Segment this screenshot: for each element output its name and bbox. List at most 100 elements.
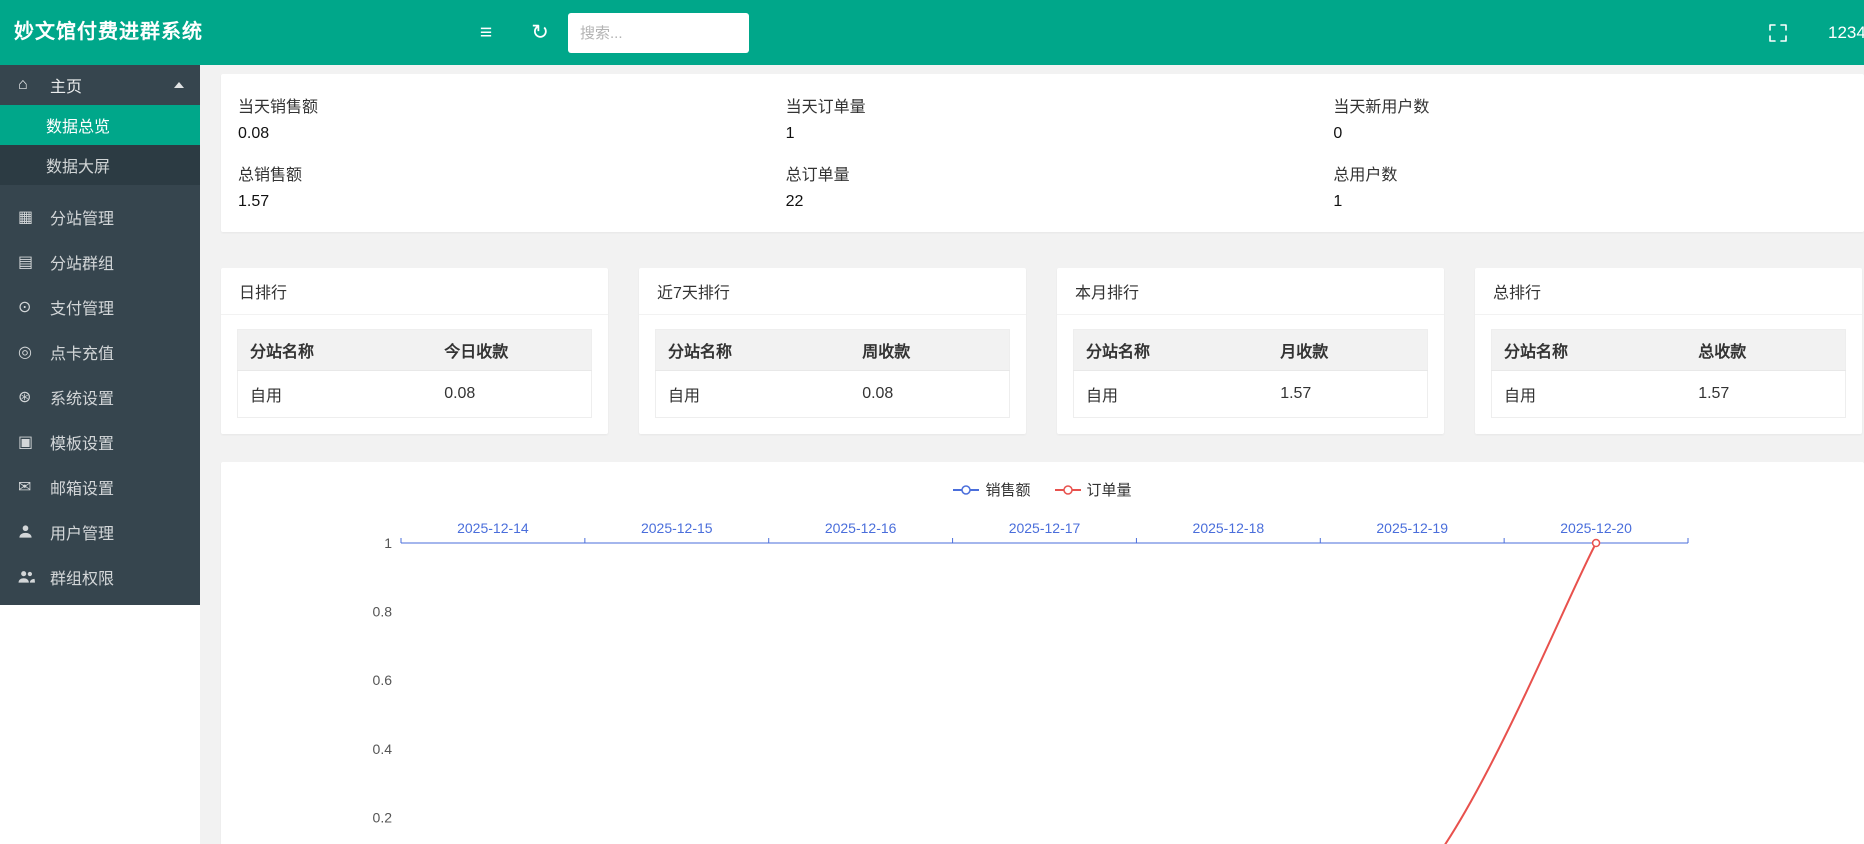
stat-label: 总订单量 <box>786 161 1317 185</box>
sidebar-item-payment[interactable]: ⊙ 支付管理 <box>0 284 200 329</box>
sidebar-item-label: 模板设置 <box>50 430 114 454</box>
column-header: 分站名称 <box>1492 330 1687 371</box>
chart-canvas[interactable]: 00.20.40.60.812025-12-142025-12-142025-1… <box>221 462 1864 844</box>
stat-label: 当天订单量 <box>786 93 1317 117</box>
sidebar-item-data-overview[interactable]: 数据总览 <box>0 105 200 145</box>
column-header: 分站名称 <box>238 330 433 371</box>
search-input[interactable] <box>568 13 749 53</box>
stat-label: 当天新用户数 <box>1333 93 1864 117</box>
column-header: 周收款 <box>850 330 1009 371</box>
stat-value: 0.08 <box>238 125 769 143</box>
svg-text:0.8: 0.8 <box>373 604 393 620</box>
svg-text:1: 1 <box>384 535 392 551</box>
username[interactable]: 1234 <box>1828 0 1864 65</box>
card-title: 日排行 <box>221 268 608 315</box>
template-icon: ▣ <box>18 432 44 452</box>
table-header-row: 分站名称 周收款 <box>656 330 1010 371</box>
rank-card-month: 本月排行 分站名称 月收款 自用 1.57 <box>1057 268 1444 434</box>
sidebar-item-group-permissions[interactable]: 群组权限 <box>0 554 200 599</box>
sidebar-item-site-groups[interactable]: ▤ 分站群组 <box>0 239 200 284</box>
stat-value: 1 <box>786 125 1317 143</box>
cell-amount: 1.57 <box>1686 371 1845 418</box>
rows-icon: ▤ <box>18 252 44 272</box>
user-icon <box>18 524 44 539</box>
stat-today-sales: 当天销售额 0.08 <box>221 84 769 152</box>
sidebar-item-data-screen[interactable]: 数据大屏 <box>0 145 200 185</box>
stat-total-orders: 总订单量 22 <box>769 152 1317 220</box>
stat-total-sales: 总销售额 1.57 <box>221 152 769 220</box>
recharge-card-icon: ◎ <box>18 342 44 362</box>
table-row: 自用 0.08 <box>656 371 1010 418</box>
cell-site-name: 自用 <box>238 371 433 418</box>
stat-today-new-users: 当天新用户数 0 <box>1316 84 1864 152</box>
table-row: 自用 1.57 <box>1074 371 1428 418</box>
legend-label-sales: 销售额 <box>985 479 1030 500</box>
svg-text:2025-12-17: 2025-12-17 <box>1009 520 1081 536</box>
stat-total-users: 总用户数 1 <box>1316 152 1864 220</box>
table-header-row: 分站名称 今日收款 <box>238 330 592 371</box>
sidebar-item-card-recharge[interactable]: ◎ 点卡充值 <box>0 329 200 374</box>
sidebar-item-label: 支付管理 <box>50 295 114 319</box>
sidebar-item-label: 主页 <box>50 73 82 97</box>
grid-icon: ▦ <box>18 207 44 227</box>
sidebar-item-label: 点卡充值 <box>50 340 114 364</box>
table-row: 自用 1.57 <box>1492 371 1846 418</box>
line-circle-icon <box>953 484 979 496</box>
sidebar-item-label: 分站群组 <box>50 250 114 274</box>
cell-amount: 0.08 <box>850 371 1009 418</box>
stat-today-orders: 当天订单量 1 <box>769 84 1317 152</box>
sidebar-item-label: 系统设置 <box>50 385 114 409</box>
table-row: 自用 0.08 <box>238 371 592 418</box>
sidebar-item-mail-settings[interactable]: ✉ 邮箱设置 <box>0 464 200 509</box>
rank-table: 分站名称 今日收款 自用 0.08 <box>237 329 592 418</box>
sidebar-item-label: 邮箱设置 <box>50 475 114 499</box>
stat-value: 0 <box>1333 125 1864 143</box>
sidebar-item-system-settings[interactable]: ⊛ 系统设置 <box>0 374 200 419</box>
header: 妙文馆付费进群系统 ≡ ↻ 1234 <box>0 0 1864 65</box>
sidebar-submenu-home: 数据总览 数据大屏 <box>0 105 200 185</box>
stat-value: 22 <box>786 193 1317 211</box>
sidebar-item-user-management[interactable]: 用户管理 <box>0 509 200 554</box>
svg-text:2025-12-19: 2025-12-19 <box>1376 520 1448 536</box>
sidebar-item-label: 群组权限 <box>50 565 114 589</box>
user-group-icon <box>18 569 44 584</box>
fullscreen-icon[interactable] <box>1756 0 1800 65</box>
cell-site-name: 自用 <box>1492 371 1687 418</box>
sidebar-item-label: 数据大屏 <box>46 153 110 177</box>
table-header-row: 分站名称 总收款 <box>1492 330 1846 371</box>
svg-text:2025-12-14: 2025-12-14 <box>457 520 529 536</box>
column-header: 今日收款 <box>432 330 591 371</box>
cell-site-name: 自用 <box>1074 371 1269 418</box>
svg-text:0.2: 0.2 <box>373 809 393 825</box>
stats-panel: 当天销售额 0.08 当天订单量 1 当天新用户数 0 总销售额 1.57 总订… <box>221 74 1864 232</box>
sidebar-item-label: 用户管理 <box>50 520 114 544</box>
svg-text:2025-12-18: 2025-12-18 <box>1193 520 1265 536</box>
rank-table: 分站名称 总收款 自用 1.57 <box>1491 329 1846 418</box>
svg-text:2025-12-16: 2025-12-16 <box>825 520 897 536</box>
legend-item-sales[interactable]: 销售额 <box>953 479 1030 500</box>
sidebar-item-label: 分站管理 <box>50 205 114 229</box>
home-icon: ⌂ <box>18 76 44 94</box>
rank-card-daily: 日排行 分站名称 今日收款 自用 0.08 <box>221 268 608 434</box>
sidebar-item-site-management[interactable]: ▦ 分站管理 <box>0 194 200 239</box>
legend-item-orders[interactable]: 订单量 <box>1055 479 1132 500</box>
rank-table: 分站名称 月收款 自用 1.57 <box>1073 329 1428 418</box>
card-title: 本月排行 <box>1057 268 1444 315</box>
search-box <box>568 13 749 53</box>
stat-label: 总销售额 <box>238 161 769 185</box>
column-header: 月收款 <box>1268 330 1427 371</box>
sidebar-item-template-settings[interactable]: ▣ 模板设置 <box>0 419 200 464</box>
column-header: 分站名称 <box>656 330 851 371</box>
legend-label-orders: 订单量 <box>1087 479 1132 500</box>
line-circle-icon <box>1055 484 1081 496</box>
sidebar-item-home[interactable]: ⌂ 主页 <box>0 65 200 105</box>
caret-up-icon <box>174 82 184 88</box>
rankings-row: 日排行 分站名称 今日收款 自用 0.08 近7天排行 <box>221 268 1864 434</box>
refresh-icon[interactable]: ↻ <box>518 0 562 65</box>
stat-label: 当天销售额 <box>238 93 769 117</box>
cell-site-name: 自用 <box>656 371 851 418</box>
rank-card-total: 总排行 分站名称 总收款 自用 1.57 <box>1475 268 1862 434</box>
stat-label: 总用户数 <box>1333 161 1864 185</box>
collapse-sidebar-icon[interactable]: ≡ <box>464 0 508 65</box>
mail-icon: ✉ <box>18 477 44 497</box>
